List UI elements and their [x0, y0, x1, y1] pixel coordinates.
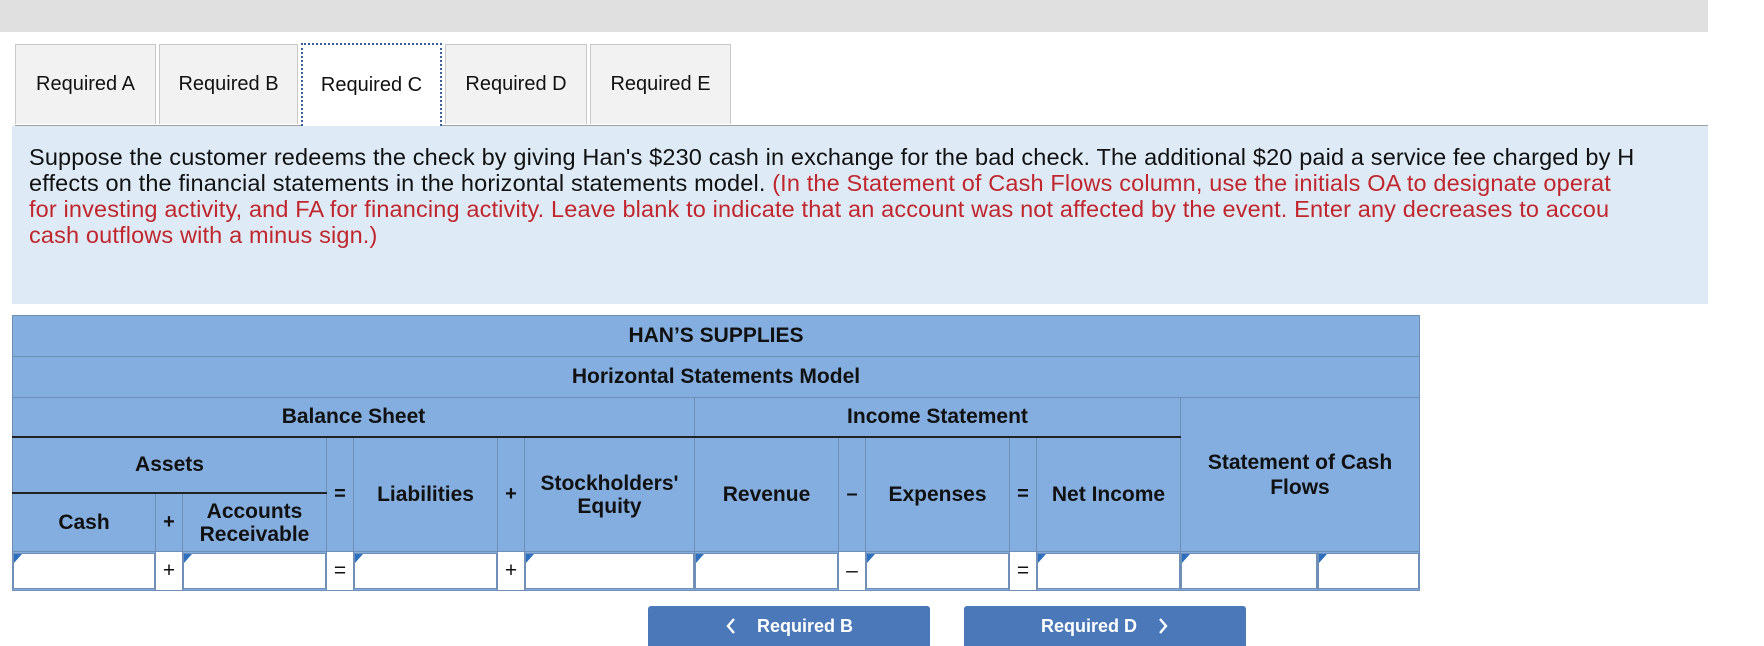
question-line-2: effects on the financial statements in t…: [29, 170, 1691, 196]
expenses-cell: [865, 551, 1010, 591]
cash-flow-activity-cell: [1317, 551, 1420, 591]
liabilities-input[interactable]: [354, 553, 497, 589]
net-income-input[interactable]: [1037, 553, 1180, 589]
expenses-header: Expenses: [865, 436, 1010, 552]
equals-sign: =: [326, 551, 354, 591]
equals-sign: =: [326, 436, 354, 552]
tab-required-d[interactable]: Required D: [445, 44, 587, 124]
cash-flow-activity-input[interactable]: [1318, 553, 1419, 589]
revenue-input[interactable]: [695, 553, 838, 589]
equals-sign: =: [1009, 436, 1037, 552]
net-income-cell: [1036, 551, 1181, 591]
plus-sign: +: [155, 492, 183, 552]
model-title: Horizontal Statements Model: [12, 356, 1420, 398]
minus-sign: –: [838, 551, 866, 591]
accounts-receivable-cell: [182, 551, 327, 591]
tab-required-a[interactable]: Required A: [15, 44, 156, 124]
revenue-cell: [694, 551, 839, 591]
instruction-line-4: cash outflows with a minus sign.): [29, 222, 378, 248]
minus-sign: –: [838, 436, 866, 552]
accounts-receivable-header: Accounts Receivable: [182, 492, 327, 552]
question-panel: Suppose the customer redeems the check b…: [12, 126, 1708, 304]
cash-input[interactable]: [13, 553, 155, 589]
cash-cell: [12, 551, 156, 591]
tab-required-e[interactable]: Required E: [590, 44, 731, 124]
balance-sheet-header: Balance Sheet: [12, 397, 695, 438]
cash-header: Cash: [12, 492, 156, 552]
plus-sign: +: [497, 551, 525, 591]
horizontal-statements-table: HAN’S SUPPLIES Horizontal Statements Mod…: [12, 315, 1420, 591]
prev-required-button[interactable]: Required B: [648, 606, 930, 646]
question-line-1: Suppose the customer redeems the check b…: [29, 144, 1635, 170]
tab-required-b[interactable]: Required B: [159, 44, 298, 124]
stockholders-equity-header: Stockholders' Equity: [524, 436, 695, 552]
chevron-left-icon: [726, 618, 735, 634]
cash-flow-amount-cell: [1180, 551, 1318, 591]
expenses-input[interactable]: [866, 553, 1009, 589]
plus-sign: +: [497, 436, 525, 552]
stockholders-equity-cell: [524, 551, 695, 591]
stockholders-equity-input[interactable]: [525, 553, 694, 589]
company-name: HAN’S SUPPLIES: [12, 315, 1420, 357]
top-bar: [0, 0, 1708, 32]
equals-sign: =: [1009, 551, 1037, 591]
revenue-header: Revenue: [694, 436, 839, 552]
next-required-button[interactable]: Required D: [964, 606, 1246, 646]
income-statement-header: Income Statement: [694, 397, 1181, 438]
liabilities-header: Liabilities: [353, 436, 498, 552]
chevron-right-icon: [1159, 618, 1168, 634]
prev-required-label: Required B: [756, 615, 853, 636]
tab-required-c[interactable]: Required C: [301, 43, 442, 126]
net-income-header: Net Income: [1036, 436, 1181, 552]
question-text: effects on the financial statements in t…: [29, 170, 773, 196]
instruction-line-3: for investing activity, and FA for finan…: [29, 196, 1610, 222]
next-required-label: Required D: [1040, 615, 1137, 636]
cash-flow-amount-input[interactable]: [1181, 553, 1317, 589]
instruction-text: (In the Statement of Cash Flows column, …: [772, 170, 1611, 196]
liabilities-cell: [353, 551, 498, 591]
accounts-receivable-input[interactable]: [183, 553, 326, 589]
cash-flows-header: Statement of Cash Flows: [1180, 397, 1420, 552]
assets-header: Assets: [12, 436, 327, 494]
plus-sign: +: [155, 551, 183, 591]
